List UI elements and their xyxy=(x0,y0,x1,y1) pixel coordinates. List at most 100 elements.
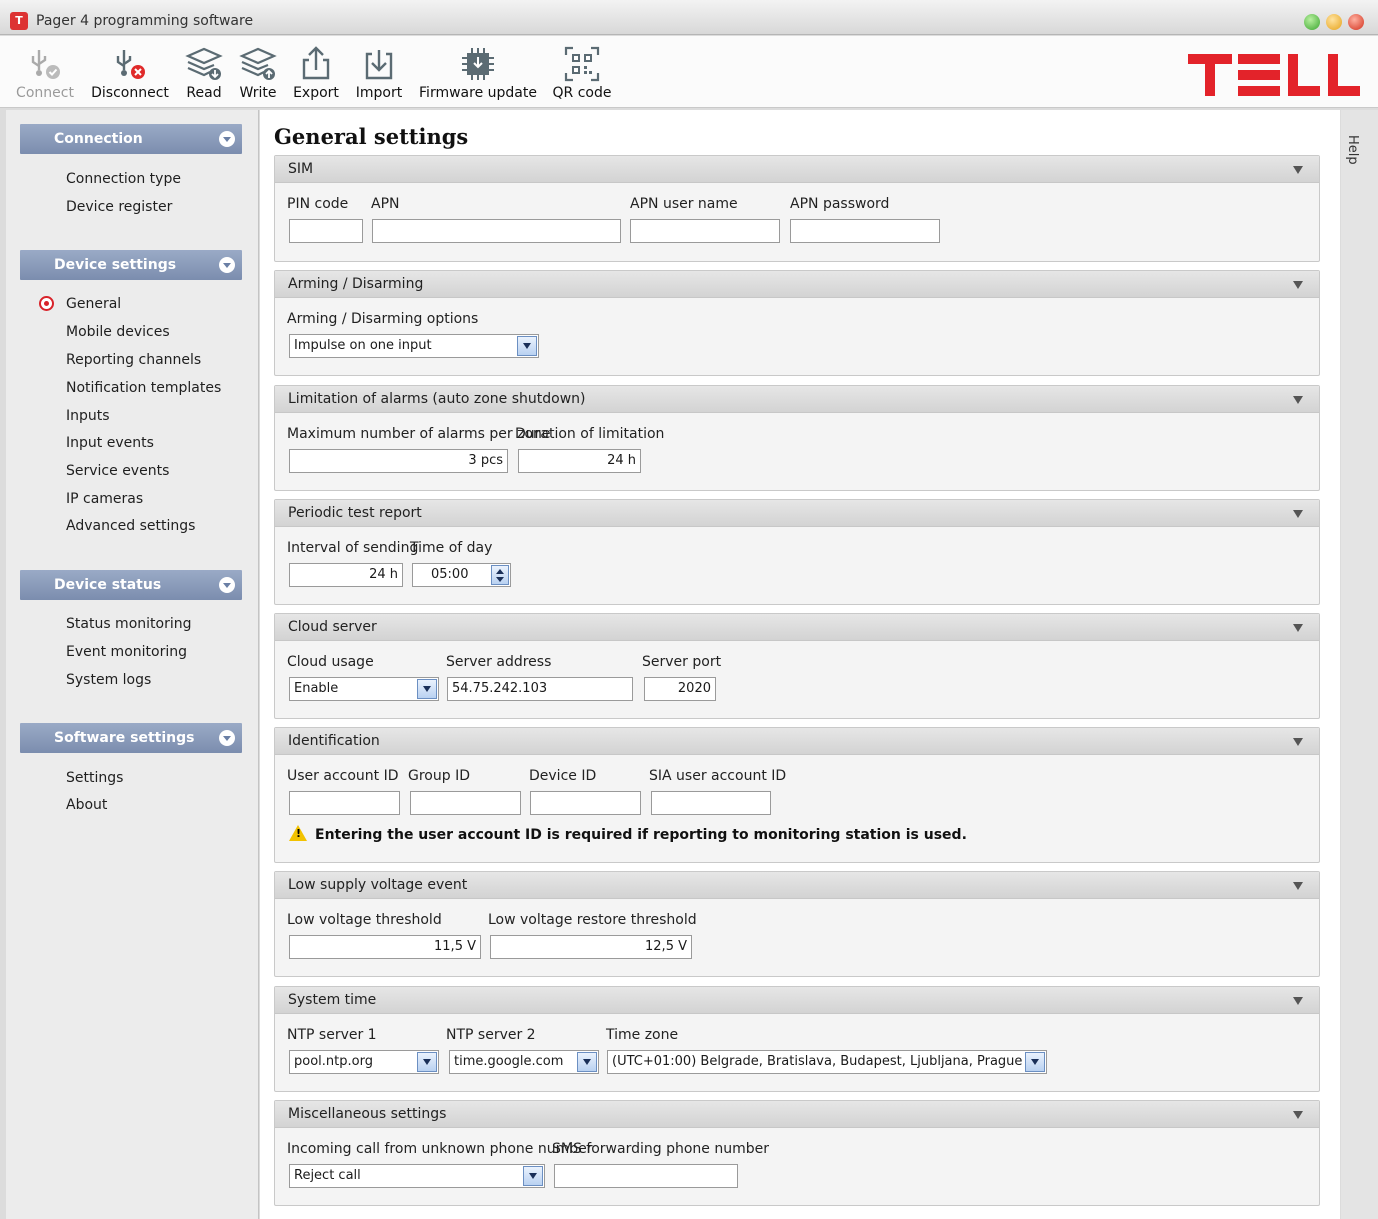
sidebar-item-connection-type[interactable]: Connection type xyxy=(66,171,181,187)
help-tab[interactable]: Help xyxy=(1341,110,1378,1219)
sidebar-item-status-monitoring[interactable]: Status monitoring xyxy=(66,616,192,632)
server-address-field[interactable]: 54.75.242.103 xyxy=(447,677,633,701)
group-header[interactable]: Cloud server xyxy=(275,614,1319,641)
disconnect-button[interactable]: Disconnect xyxy=(90,36,170,108)
sidebar-item-notification-templates[interactable]: Notification templates xyxy=(66,380,221,396)
apn-field[interactable] xyxy=(372,219,621,243)
dropdown-arrow-icon[interactable] xyxy=(517,336,537,356)
sidebar-item-system-logs[interactable]: System logs xyxy=(66,672,151,688)
time-zone-select[interactable]: (UTC+01:00) Belgrade, Bratislava, Budape… xyxy=(607,1050,1047,1074)
collapse-arrow-icon[interactable] xyxy=(1293,396,1303,404)
device-id-field[interactable] xyxy=(530,791,641,815)
collapse-arrow-icon[interactable] xyxy=(1293,510,1303,518)
sidebar-item-service-events[interactable]: Service events xyxy=(66,463,169,479)
sidebar-item-input-events[interactable]: Input events xyxy=(66,435,154,451)
apn-label: APN xyxy=(371,196,400,212)
sidebar-section-connection[interactable]: Connection xyxy=(20,124,242,154)
collapse-arrow-icon[interactable] xyxy=(1293,624,1303,632)
sidebar-section-software-settings[interactable]: Software settings xyxy=(20,723,242,753)
collapse-icon[interactable] xyxy=(219,730,235,746)
periodic-test-group: Periodic test report Interval of sending… xyxy=(274,499,1320,605)
connect-button[interactable]: Connect xyxy=(14,36,76,108)
collapse-icon[interactable] xyxy=(219,257,235,273)
ntp2-select[interactable]: time.google.com xyxy=(449,1050,599,1074)
device-id-label: Device ID xyxy=(529,768,597,784)
collapse-arrow-icon[interactable] xyxy=(1293,1111,1303,1119)
group-id-field[interactable] xyxy=(410,791,521,815)
arming-options-select[interactable]: Impulse on one input xyxy=(289,334,539,358)
qr-code-button[interactable]: QR code xyxy=(550,36,614,108)
collapse-arrow-icon[interactable] xyxy=(1293,882,1303,890)
spinner-icon[interactable] xyxy=(491,565,509,585)
group-id-label: Group ID xyxy=(408,768,470,784)
collapse-arrow-icon[interactable] xyxy=(1293,997,1303,1005)
collapse-icon[interactable] xyxy=(219,131,235,147)
interval-field[interactable]: 24 h xyxy=(289,563,403,587)
cloud-usage-select[interactable]: Enable xyxy=(289,677,439,701)
sidebar-item-advanced-settings[interactable]: Advanced settings xyxy=(66,518,195,534)
minimize-button[interactable] xyxy=(1304,14,1320,30)
collapse-arrow-icon[interactable] xyxy=(1293,281,1303,289)
sim-group: SIM PIN code APN APN user name APN passw… xyxy=(274,155,1320,262)
user-account-field[interactable] xyxy=(289,791,400,815)
apn-user-field[interactable] xyxy=(630,219,780,243)
warning-message: Entering the user account ID is required… xyxy=(289,825,967,843)
sidebar-item-inputs[interactable]: Inputs xyxy=(66,408,110,424)
dropdown-arrow-icon[interactable] xyxy=(577,1052,597,1072)
dropdown-arrow-icon[interactable] xyxy=(1025,1052,1045,1072)
sidebar-section-device-status[interactable]: Device status xyxy=(20,570,242,600)
group-header[interactable]: Arming / Disarming xyxy=(275,271,1319,298)
group-header[interactable]: SIM xyxy=(275,156,1319,183)
read-button[interactable]: Read xyxy=(182,36,226,108)
usb-connect-icon xyxy=(31,50,60,79)
sms-forwarding-field[interactable] xyxy=(554,1164,738,1188)
sidebar-item-device-register[interactable]: Device register xyxy=(66,199,172,215)
low-voltage-field[interactable]: 11,5 V xyxy=(289,935,481,959)
close-button[interactable] xyxy=(1348,14,1364,30)
time-zone-label: Time zone xyxy=(606,1027,679,1043)
ntp1-select[interactable]: pool.ntp.org xyxy=(289,1050,439,1074)
apn-password-field[interactable] xyxy=(790,219,940,243)
group-header[interactable]: Limitation of alarms (auto zone shutdown… xyxy=(275,386,1319,413)
sidebar-item-event-monitoring[interactable]: Event monitoring xyxy=(66,644,187,660)
time-of-day-field[interactable]: 05:00 xyxy=(412,563,511,587)
pin-field[interactable] xyxy=(289,219,363,243)
import-button[interactable]: Import xyxy=(352,36,406,108)
sidebar-item-about[interactable]: About xyxy=(66,797,107,813)
incoming-call-select[interactable]: Reject call xyxy=(289,1164,545,1188)
max-alarms-label: Maximum number of alarms per zone xyxy=(287,426,551,442)
user-account-label: User account ID xyxy=(287,768,399,784)
sms-forwarding-label: SMS forwarding phone number xyxy=(552,1141,769,1157)
connect-label: Connect xyxy=(16,85,74,101)
firmware-update-button[interactable]: Firmware update xyxy=(418,36,538,108)
group-header[interactable]: System time xyxy=(275,987,1319,1014)
dropdown-arrow-icon[interactable] xyxy=(523,1166,543,1186)
maximize-button[interactable] xyxy=(1326,14,1342,30)
sidebar-item-general[interactable]: General xyxy=(66,296,121,312)
sidebar-section-device-settings[interactable]: Device settings xyxy=(20,250,242,280)
dropdown-arrow-icon[interactable] xyxy=(417,1052,437,1072)
export-button[interactable]: Export xyxy=(290,36,342,108)
sidebar-item-mobile-devices[interactable]: Mobile devices xyxy=(66,324,170,340)
sia-account-field[interactable] xyxy=(651,791,771,815)
main-panel: General settings SIM PIN code APN APN us… xyxy=(260,110,1340,1219)
duration-field[interactable]: 24 h xyxy=(518,449,641,473)
write-button[interactable]: Write xyxy=(236,36,280,108)
collapse-arrow-icon[interactable] xyxy=(1293,166,1303,174)
max-alarms-field[interactable]: 3 pcs xyxy=(289,449,508,473)
incoming-call-label: Incoming call from unknown phone number xyxy=(287,1141,593,1157)
sidebar-item-ip-cameras[interactable]: IP cameras xyxy=(66,491,143,507)
restore-threshold-field[interactable]: 12,5 V xyxy=(490,935,692,959)
collapse-icon[interactable] xyxy=(219,577,235,593)
group-header[interactable]: Low supply voltage event xyxy=(275,872,1319,899)
collapse-arrow-icon[interactable] xyxy=(1293,738,1303,746)
group-header[interactable]: Periodic test report xyxy=(275,500,1319,527)
sidebar-item-settings[interactable]: Settings xyxy=(66,770,123,786)
server-port-field[interactable]: 2020 xyxy=(644,677,716,701)
sidebar-item-reporting-channels[interactable]: Reporting channels xyxy=(66,352,201,368)
disconnect-label: Disconnect xyxy=(91,85,169,101)
dropdown-arrow-icon[interactable] xyxy=(417,679,437,699)
server-address-label: Server address xyxy=(446,654,552,670)
group-header[interactable]: Identification xyxy=(275,728,1319,755)
group-header[interactable]: Miscellaneous settings xyxy=(275,1101,1319,1128)
